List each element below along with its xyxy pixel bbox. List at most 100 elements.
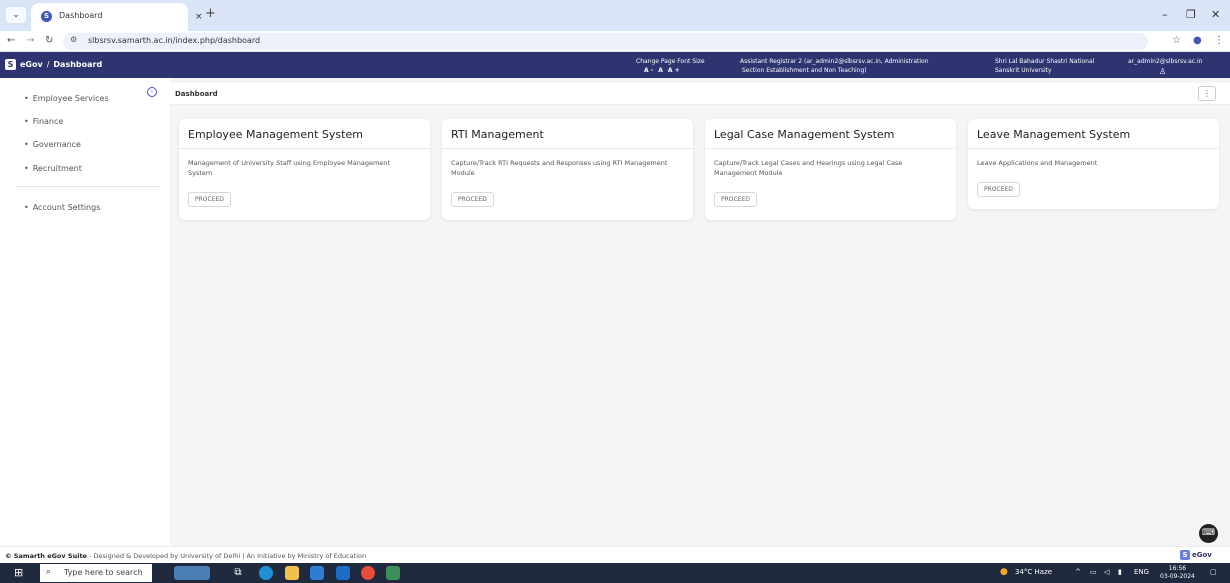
url-field[interactable]: ⚙ slbsrsv.samarth.ac.in/index.php/dashbo… <box>63 33 1148 50</box>
card-divider <box>442 148 693 149</box>
browser-tab-strip: ⌄ S Dashboard × + – ❐ ✕ <box>0 0 1230 31</box>
proceed-button[interactable]: PROCEED <box>188 192 231 207</box>
page-options-menu-icon[interactable]: ⋮ <box>1198 86 1216 101</box>
footer-credit-text: - Designed & Developed by University of … <box>86 552 367 560</box>
font-reset-button[interactable]: A <box>658 66 663 75</box>
samarth-favicon-icon: S <box>41 11 52 22</box>
kebab-menu-icon[interactable]: ⋮ <box>1214 34 1224 48</box>
url-text[interactable]: slbsrsv.samarth.ac.in/index.php/dashboar… <box>88 36 260 45</box>
sidebar-divider <box>16 186 160 187</box>
sidebar-item-account-settings[interactable]: • Account Settings <box>24 203 100 212</box>
network-icon[interactable]: ▭ <box>1090 568 1097 577</box>
sidebar-item-label: Account Settings <box>32 203 101 212</box>
brand-breadcrumb: eGov / Dashboard <box>20 60 102 69</box>
card-employee-management: Employee Management System Management of… <box>179 119 430 220</box>
card-title: RTI Management <box>451 128 544 141</box>
sidebar-item-label: Recruitment <box>32 164 82 173</box>
file-explorer-icon[interactable] <box>285 566 299 580</box>
card-title: Leave Management System <box>977 128 1131 141</box>
card-description: Leave Applications and Management <box>977 159 1098 167</box>
reload-icon[interactable]: ↻ <box>45 34 53 48</box>
language-indicator[interactable]: ENG <box>1134 568 1149 577</box>
brand-name[interactable]: eGov <box>20 60 43 69</box>
bookmark-star-icon[interactable]: ☆ <box>1172 34 1181 48</box>
font-size-control: Change Page Font Size A - A A + <box>636 57 705 75</box>
taskbar-clock[interactable]: 16:56 03-09-2024 <box>1160 565 1195 581</box>
footer-credit: © Samarth eGov Suite - Designed & Develo… <box>5 552 366 560</box>
task-view-icon[interactable]: ⧉ <box>231 566 245 580</box>
volume-icon[interactable]: ◁ <box>1104 568 1109 577</box>
restore-window-icon[interactable]: ❐ <box>1186 8 1196 22</box>
browser-tab-dashboard[interactable]: S Dashboard × <box>31 3 203 31</box>
proceed-button[interactable]: PROCEED <box>977 182 1020 197</box>
new-tab-button[interactable]: + <box>205 7 216 21</box>
keyboard-icon[interactable]: ⌨ <box>1199 524 1218 543</box>
university-line1: Shri Lal Bahadur Shastri National <box>995 58 1095 65</box>
card-title: Legal Case Management System <box>714 128 895 141</box>
forward-icon[interactable]: → <box>26 34 34 48</box>
card-rti-management: RTI Management Capture/Track RTI Request… <box>442 119 693 220</box>
breadcrumb-current: Dashboard <box>175 90 218 98</box>
font-decrease-button[interactable]: A - <box>644 66 653 75</box>
taskbar-search-box[interactable]: ⌕ Type here to search <box>40 564 152 582</box>
proceed-button[interactable]: PROCEED <box>451 192 494 207</box>
mail-icon[interactable] <box>336 566 350 580</box>
weather-icon[interactable]: ● <box>1000 568 1008 577</box>
font-increase-button[interactable]: A + <box>668 66 680 75</box>
user-email[interactable]: ar_admin2@slbsrsv.ac.in <box>1128 57 1202 66</box>
sidebar-item-governance[interactable]: • Governance <box>24 140 81 149</box>
tab-search-chevron-icon[interactable]: ⌄ <box>6 7 26 23</box>
search-icon: ⌕ <box>46 567 52 577</box>
photos-app-icon[interactable] <box>386 566 400 580</box>
bullet-icon: • <box>24 94 29 103</box>
font-size-label: Change Page Font Size <box>636 58 705 65</box>
card-title: Employee Management System <box>188 128 363 141</box>
tray-overflow-icon[interactable]: ^ <box>1075 568 1081 577</box>
edge-browser-icon[interactable] <box>259 566 273 580</box>
sidebar-item-finance[interactable]: • Finance <box>24 117 63 126</box>
user-role-line2: Section Establishment and Non Teaching) <box>742 67 867 74</box>
windows-start-icon[interactable]: ⊞ <box>14 567 23 579</box>
battery-icon[interactable]: ▮ <box>1118 568 1122 577</box>
store-icon[interactable] <box>310 566 324 580</box>
user-avatar-icon[interactable]: ♙ <box>1159 67 1166 76</box>
bullet-icon: • <box>24 203 29 212</box>
card-legal-case-management: Legal Case Management System Capture/Tra… <box>705 119 956 220</box>
sidebar-collapse-icon[interactable]: › <box>147 87 157 97</box>
bullet-icon: • <box>24 117 29 126</box>
user-role-line1: Assistant Registrar 2 (ar_admin2@slbsrsv… <box>740 58 929 65</box>
proceed-button[interactable]: PROCEED <box>714 192 757 207</box>
browser-tab-title: Dashboard <box>59 11 103 20</box>
card-divider <box>968 148 1219 149</box>
brand-separator: / <box>46 60 50 69</box>
tab-close-icon[interactable]: × <box>195 12 203 22</box>
taskbar-search-placeholder: Type here to search <box>64 568 143 577</box>
notification-icon[interactable]: ▢ <box>1210 568 1217 577</box>
footer-badge-label: eGov <box>1192 551 1212 559</box>
bullet-icon: • <box>24 164 29 173</box>
minimize-window-icon[interactable]: – <box>1162 8 1168 22</box>
card-divider <box>179 148 430 149</box>
news-widget-icon[interactable] <box>174 566 210 580</box>
footer-brand: © Samarth eGov Suite <box>5 552 87 560</box>
card-leave-management: Leave Management System Leave Applicatio… <box>968 119 1219 209</box>
profile-icon[interactable]: ● <box>1193 34 1202 48</box>
sidebar-item-employee-services[interactable]: • Employee Services <box>24 94 109 103</box>
page-footer: © Samarth eGov Suite - Designed & Develo… <box>0 546 1230 563</box>
site-info-icon[interactable]: ⚙ <box>70 35 77 44</box>
egov-logo-icon: S <box>1180 550 1190 560</box>
close-window-icon[interactable]: ✕ <box>1211 8 1220 22</box>
weather-readout[interactable]: 34°C Haze <box>1015 568 1052 577</box>
university-line2: Sanskrit University <box>995 67 1052 74</box>
breadcrumb: Dashboard ⋮ <box>170 83 1230 105</box>
sidebar-item-recruitment[interactable]: • Recruitment <box>24 164 82 173</box>
clock-date: 03-09-2024 <box>1160 573 1195 580</box>
card-description: Capture/Track Legal Cases and Hearings u… <box>714 159 903 177</box>
user-role[interactable]: Assistant Registrar 2 (ar_admin2@slbsrsv… <box>740 57 929 75</box>
os-taskbar: ⊞ ⌕ Type here to search ⧉ ● 34°C Haze ^ … <box>0 563 1230 583</box>
chrome-browser-icon[interactable] <box>361 566 375 580</box>
clock-time: 16:56 <box>1168 565 1187 572</box>
bullet-icon: • <box>24 140 29 149</box>
back-icon[interactable]: ← <box>7 34 15 48</box>
egov-logo-icon: S <box>5 59 16 70</box>
